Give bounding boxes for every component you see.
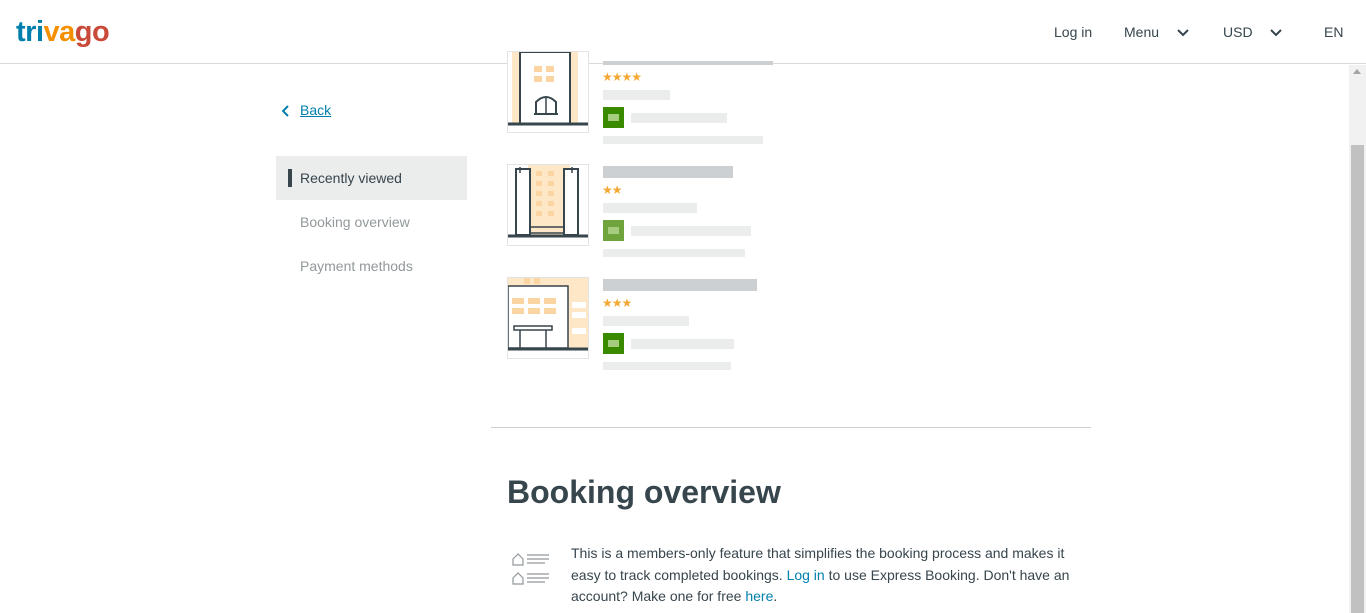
section-divider xyxy=(491,427,1091,428)
hotel-placeholder-card: ★★★★ xyxy=(507,51,807,146)
hotel-placeholder-card: ★★ xyxy=(507,164,807,259)
booking-list-icon xyxy=(512,553,549,585)
text-placeholder xyxy=(603,90,670,100)
description-text: . xyxy=(773,588,778,604)
sidebar-item-payment-methods[interactable]: Payment methods xyxy=(276,244,467,288)
chevron-down-icon xyxy=(1177,29,1189,37)
menu-label: Menu xyxy=(1124,24,1160,40)
deal-badge xyxy=(603,107,624,128)
hotel-illustration xyxy=(507,164,589,246)
text-placeholder xyxy=(631,339,734,349)
text-placeholder xyxy=(631,113,727,123)
back-link[interactable]: Back xyxy=(282,100,331,120)
text-placeholder xyxy=(603,136,763,144)
text-placeholder xyxy=(603,362,731,370)
title-placeholder xyxy=(603,61,773,65)
hotel-stars: ★★ xyxy=(602,183,622,197)
login-link[interactable]: Log in xyxy=(1054,22,1092,42)
language-selector[interactable]: EN xyxy=(1324,22,1343,42)
deal-badge xyxy=(603,333,624,354)
text-placeholder xyxy=(603,316,689,326)
currency-selector[interactable]: USD xyxy=(1223,22,1283,42)
text-placeholder xyxy=(603,203,697,213)
sidebar-item-recently-viewed[interactable]: Recently viewed xyxy=(276,156,467,200)
deal-badge xyxy=(603,220,624,241)
hotel-stars: ★★★★ xyxy=(602,70,642,84)
hotel-stars: ★★★ xyxy=(602,296,632,310)
hotel-illustration xyxy=(507,51,589,133)
menu-button[interactable]: Menu xyxy=(1124,22,1189,42)
title-placeholder xyxy=(603,166,733,178)
trivago-logo[interactable]: trivago xyxy=(16,14,110,50)
booking-overview-heading: Booking overview xyxy=(507,474,781,510)
chevron-down-icon xyxy=(1270,29,1283,37)
signup-here-link[interactable]: here xyxy=(745,588,773,604)
text-placeholder xyxy=(631,226,751,236)
hotel-building-icon xyxy=(508,52,588,126)
scroll-up-arrow-icon[interactable] xyxy=(1353,69,1361,74)
hotel-illustration xyxy=(507,277,589,359)
scrollbar-thumb[interactable] xyxy=(1351,145,1364,613)
hotel-placeholder-card: ★★★ xyxy=(507,277,807,372)
login-inline-link[interactable]: Log in xyxy=(787,567,825,583)
back-label: Back xyxy=(300,102,332,118)
chevron-left-icon xyxy=(282,105,289,118)
page-scrollbar[interactable] xyxy=(1349,65,1366,613)
title-placeholder xyxy=(603,279,757,291)
logo-part-go: go xyxy=(74,16,110,48)
logo-part-tri: tri xyxy=(16,16,44,48)
currency-label: USD xyxy=(1223,24,1253,40)
hotel-building-icon xyxy=(508,165,588,238)
hotel-building-icon xyxy=(508,278,588,351)
booking-overview-description: This is a members-only feature that simp… xyxy=(571,543,1091,608)
text-placeholder xyxy=(603,249,745,257)
sidebar-item-booking-overview[interactable]: Booking overview xyxy=(276,200,467,244)
logo-part-va: va xyxy=(43,16,76,48)
